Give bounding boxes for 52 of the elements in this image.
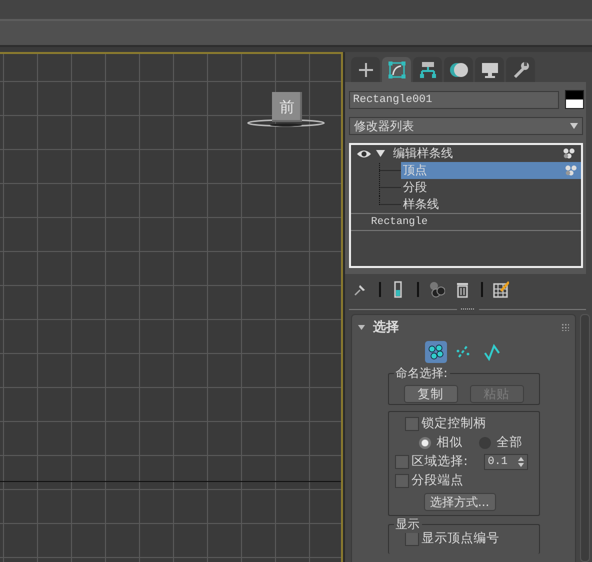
subobject-button[interactable] xyxy=(424,341,447,363)
spinner-field[interactable]: 0.1 xyxy=(484,454,528,470)
spheres-icon[interactable] xyxy=(429,280,445,298)
viewcube[interactable]: 前 xyxy=(272,92,302,122)
radio-button[interactable] xyxy=(418,436,431,448)
vertex-icon xyxy=(426,343,445,361)
spinner-arrows-icon xyxy=(518,456,524,466)
subobject-item[interactable]: 顶点 xyxy=(401,162,581,179)
modifier-item[interactable]: 编辑样条线 xyxy=(393,145,563,162)
plus-icon xyxy=(356,60,374,78)
checkbox[interactable] xyxy=(394,474,409,488)
modifier-icon xyxy=(388,60,406,78)
checkbox-label: 分段端点 xyxy=(412,472,464,489)
select-by-button[interactable]: 选择方式... xyxy=(424,493,496,511)
rollout-title[interactable]: 选择 xyxy=(373,318,554,336)
group-title: 命名选择: xyxy=(394,365,450,382)
spheres-icon xyxy=(450,60,468,78)
modifier-item[interactable]: Rectangle xyxy=(351,213,581,231)
trash-icon[interactable] xyxy=(455,280,471,298)
panel-tab[interactable] xyxy=(444,57,473,82)
panel-tab[interactable] xyxy=(382,57,411,82)
panel-tab[interactable] xyxy=(413,57,442,82)
tree-connector-line xyxy=(379,162,401,179)
checkbox-label: 锁定控制柄 xyxy=(422,415,487,432)
scrollbar[interactable] xyxy=(580,314,590,562)
panel-tab[interactable] xyxy=(506,57,535,82)
radio-label: 全部 xyxy=(496,434,523,451)
modifier-list-dropdown[interactable]: 修改器列表 xyxy=(349,117,583,135)
subobject-icon xyxy=(563,148,575,159)
subobject-item[interactable]: 样条线 xyxy=(401,196,581,213)
hierarchy-icon xyxy=(418,60,436,78)
monitor-icon xyxy=(480,60,498,78)
wrench-icon xyxy=(512,60,530,78)
checkbox[interactable] xyxy=(394,454,409,468)
collapse-arrow-icon[interactable] xyxy=(358,324,365,330)
object-name-field[interactable]: Rectangle001 xyxy=(349,90,559,108)
group-title: 显示 xyxy=(394,516,422,533)
subobject-icon xyxy=(565,165,577,176)
radio-label: 相似 xyxy=(436,434,463,451)
panel-tab[interactable] xyxy=(351,57,380,82)
panel-tab[interactable] xyxy=(475,57,504,82)
checkbox-label: 区域选择: xyxy=(412,453,468,470)
caret-icon xyxy=(570,123,578,129)
drag-handle-icon[interactable] xyxy=(460,308,474,311)
subobject-item[interactable]: 分段 xyxy=(401,179,581,196)
configure-icon[interactable] xyxy=(493,280,509,298)
color-swatch[interactable] xyxy=(565,90,584,109)
checkbox-label: 显示顶点编号 xyxy=(422,530,500,547)
checkbox[interactable] xyxy=(404,416,419,430)
grip-icon[interactable] xyxy=(562,324,570,330)
spline-icon xyxy=(482,343,501,361)
named-selection-button[interactable]: 复制 xyxy=(404,384,458,402)
